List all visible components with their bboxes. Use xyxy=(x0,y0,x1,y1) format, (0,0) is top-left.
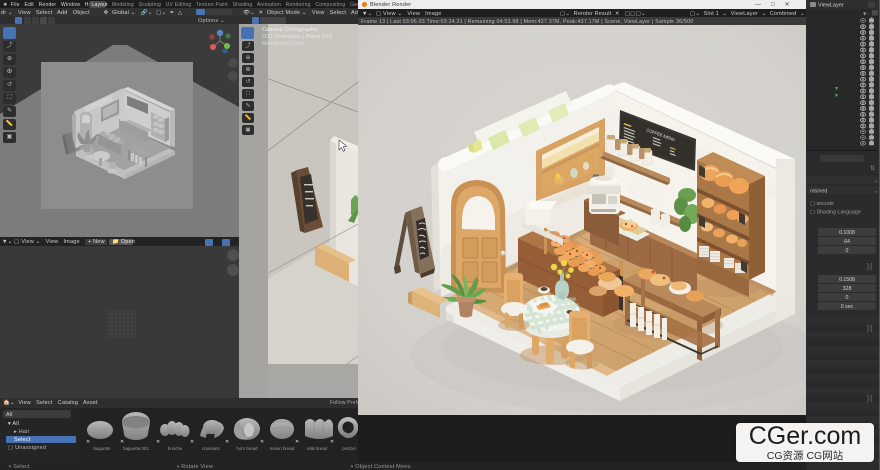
svg-text:▼: ▼ xyxy=(834,93,839,99)
svg-text:horn bread: horn bread xyxy=(236,446,258,451)
svg-text:][: ][ xyxy=(866,263,873,270)
svg-text:✕: ✕ xyxy=(330,439,334,445)
svg-text:✕: ✕ xyxy=(190,439,194,445)
svg-text:▢ uncode: ▢ uncode xyxy=(810,201,834,207)
svg-text:▼·: ▼· xyxy=(862,12,869,18)
svg-text:✕: ✕ xyxy=(295,439,299,445)
svg-text:0: 0 xyxy=(846,248,849,254)
svg-text:0: 0 xyxy=(846,295,849,301)
svg-text:baguette: baguette xyxy=(93,446,111,451)
svg-text:0.1008: 0.1008 xyxy=(839,230,855,236)
svg-text:64: 64 xyxy=(844,239,850,245)
svg-text:][: ][ xyxy=(866,395,873,402)
svg-text:][: ][ xyxy=(866,325,873,332)
svg-text:brioche: brioche xyxy=(168,446,183,451)
svg-text:✕: ✕ xyxy=(260,439,264,445)
svg-text:0 sec: 0 sec xyxy=(841,304,854,310)
svg-text:328: 328 xyxy=(843,286,852,292)
svg-text:⇅: ⇅ xyxy=(870,166,875,172)
svg-text:✕: ✕ xyxy=(225,439,229,445)
svg-text:milk bread: milk bread xyxy=(307,446,328,451)
svg-text:0.1508: 0.1508 xyxy=(839,277,855,283)
svg-text:✕: ✕ xyxy=(120,439,124,445)
svg-text:▢ Shading Language: ▢ Shading Language xyxy=(810,210,861,216)
svg-text:ViewLayer: ViewLayer xyxy=(818,3,844,9)
svg-text:croissant: croissant xyxy=(202,446,220,451)
svg-text:melon bread: melon bread xyxy=(270,446,295,451)
svg-text:mbined: mbined xyxy=(810,189,827,195)
svg-text:✕: ✕ xyxy=(156,439,160,445)
svg-text:▼: ▼ xyxy=(834,86,839,92)
svg-text:✕: ✕ xyxy=(86,439,90,445)
svg-text:pretzel: pretzel xyxy=(342,446,355,451)
svg-text:baguette.001: baguette.001 xyxy=(123,446,149,451)
